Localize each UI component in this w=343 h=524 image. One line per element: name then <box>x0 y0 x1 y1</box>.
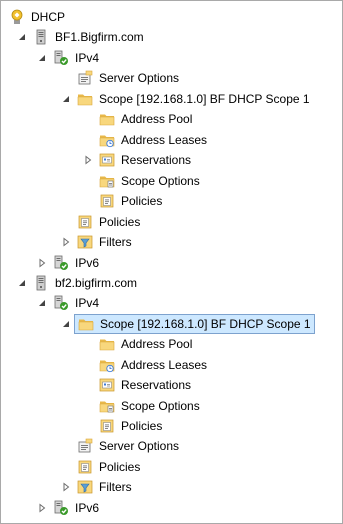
expanded-chevron-icon[interactable] <box>17 32 27 42</box>
tree-node-dhcp-root[interactable]: DHCP <box>9 7 65 27</box>
reservations-icon <box>99 152 115 168</box>
tree-node-label: Address Pool <box>121 337 193 351</box>
tree-node-label: Filters <box>99 480 132 494</box>
tree-node-address-leases[interactable]: Address Leases <box>99 130 207 150</box>
tree-node-scope-options[interactable]: Scope Options <box>99 396 200 416</box>
expanded-chevron-icon[interactable] <box>61 319 71 329</box>
tree-node-label: Server Options <box>99 439 180 453</box>
folder-icon <box>99 336 115 352</box>
policies-icon <box>77 459 93 475</box>
tree-node-server-2-ipv6[interactable]: IPv6 <box>37 498 99 518</box>
folder-icon <box>77 91 93 107</box>
tree-node-scope[interactable]: Scope [192.168.1.0] BF DHCP Scope 1 <box>61 89 310 109</box>
tree-node-address-pool[interactable]: Address Pool <box>99 109 192 129</box>
expanded-chevron-icon[interactable] <box>17 278 27 288</box>
tree-node-label: Reservations <box>121 153 192 167</box>
tree-node-server-1-ipv6[interactable]: IPv6 <box>37 253 99 273</box>
tree-node-filters[interactable]: Filters <box>61 232 132 252</box>
tree-node-scope-policies[interactable]: Policies <box>99 416 162 436</box>
tree-node-label: bf2.bigfirm.com <box>55 276 138 290</box>
ipv4-icon <box>53 50 69 66</box>
tree-node-server-1[interactable]: BF1.Bigfirm.com <box>17 27 144 47</box>
tree-node-label: IPv6 <box>75 501 100 515</box>
collapsed-chevron-icon[interactable] <box>37 503 47 513</box>
folder-icon <box>99 111 115 127</box>
address-leases-icon <box>99 132 115 148</box>
tree-node-scope-options[interactable]: Scope Options <box>99 171 200 191</box>
dhcp-tree-pane: DHCP BF1.Bigfirm.com IPv4 Server Options… <box>0 0 343 524</box>
tree-node-label: Filters <box>99 235 132 249</box>
server-icon <box>33 29 49 45</box>
folder-icon <box>78 316 94 332</box>
tree-node-label: Policies <box>121 419 163 433</box>
tree-node-label: Reservations <box>121 378 192 392</box>
tree-node-reservations[interactable]: Reservations <box>99 375 191 395</box>
tree-node-label: DHCP <box>31 10 66 24</box>
collapsed-chevron-icon[interactable] <box>61 237 71 247</box>
tree-node-label: IPv4 <box>75 296 100 310</box>
server-options-icon <box>77 438 93 454</box>
tree-node-label: Address Leases <box>121 133 208 147</box>
scope-options-icon <box>99 398 115 414</box>
tree-node-server-2-ipv4[interactable]: IPv4 <box>37 293 99 313</box>
tree-node-server-options[interactable]: Server Options <box>77 436 179 456</box>
ipv6-icon <box>53 255 69 271</box>
reservations-icon <box>99 377 115 393</box>
tree-node-reservations[interactable]: Reservations <box>83 150 191 170</box>
scope-options-icon <box>99 173 115 189</box>
tree-node-address-pool[interactable]: Address Pool <box>99 334 192 354</box>
tree-node-label: Scope [192.168.1.0] BF DHCP Scope 1 <box>100 317 311 331</box>
tree-node-label: BF1.Bigfirm.com <box>55 30 144 44</box>
collapsed-chevron-icon[interactable] <box>83 155 93 165</box>
tree-node-label: Address Leases <box>121 358 208 372</box>
tree-node-server-1-ipv4[interactable]: IPv4 <box>37 48 99 68</box>
ipv4-icon <box>53 295 69 311</box>
filters-icon <box>77 234 93 250</box>
tree-node-server-2[interactable]: bf2.bigfirm.com <box>17 273 137 293</box>
tree-node-ipv4-policies[interactable]: Policies <box>77 457 140 477</box>
address-leases-icon <box>99 357 115 373</box>
policies-icon <box>77 214 93 230</box>
tree-node-ipv4-policies[interactable]: Policies <box>77 212 140 232</box>
tree-node-label: Server Options <box>99 71 180 85</box>
tree-node-address-leases[interactable]: Address Leases <box>99 355 207 375</box>
tree-node-scope-selected[interactable]: Scope [192.168.1.0] BF DHCP Scope 1 <box>61 314 315 334</box>
tree-node-filters[interactable]: Filters <box>61 477 132 497</box>
tree-node-label: Address Pool <box>121 112 193 126</box>
ipv6-icon <box>53 500 69 516</box>
tree-node-server-options[interactable]: Server Options <box>77 68 179 88</box>
expanded-chevron-icon[interactable] <box>37 298 47 308</box>
policies-icon <box>99 193 115 209</box>
tree-node-scope-policies[interactable]: Policies <box>99 191 162 211</box>
tree-node-label: IPv6 <box>75 256 100 270</box>
tree-node-label: Scope Options <box>121 399 200 413</box>
tree-node-label: Policies <box>121 194 163 208</box>
tree-node-label: Scope Options <box>121 174 200 188</box>
tree-node-label: Policies <box>99 215 141 229</box>
expanded-chevron-icon[interactable] <box>61 94 71 104</box>
tree-node-label: Policies <box>99 460 141 474</box>
filters-icon <box>77 479 93 495</box>
server-icon <box>33 275 49 291</box>
tree-node-label: IPv4 <box>75 51 100 65</box>
dhcp-icon <box>9 9 25 25</box>
selected-node-highlight[interactable]: Scope [192.168.1.0] BF DHCP Scope 1 <box>74 314 315 334</box>
server-options-icon <box>77 70 93 86</box>
collapsed-chevron-icon[interactable] <box>61 482 71 492</box>
collapsed-chevron-icon[interactable] <box>37 258 47 268</box>
tree-node-label: Scope [192.168.1.0] BF DHCP Scope 1 <box>99 92 310 106</box>
expanded-chevron-icon[interactable] <box>37 53 47 63</box>
policies-icon <box>99 418 115 434</box>
